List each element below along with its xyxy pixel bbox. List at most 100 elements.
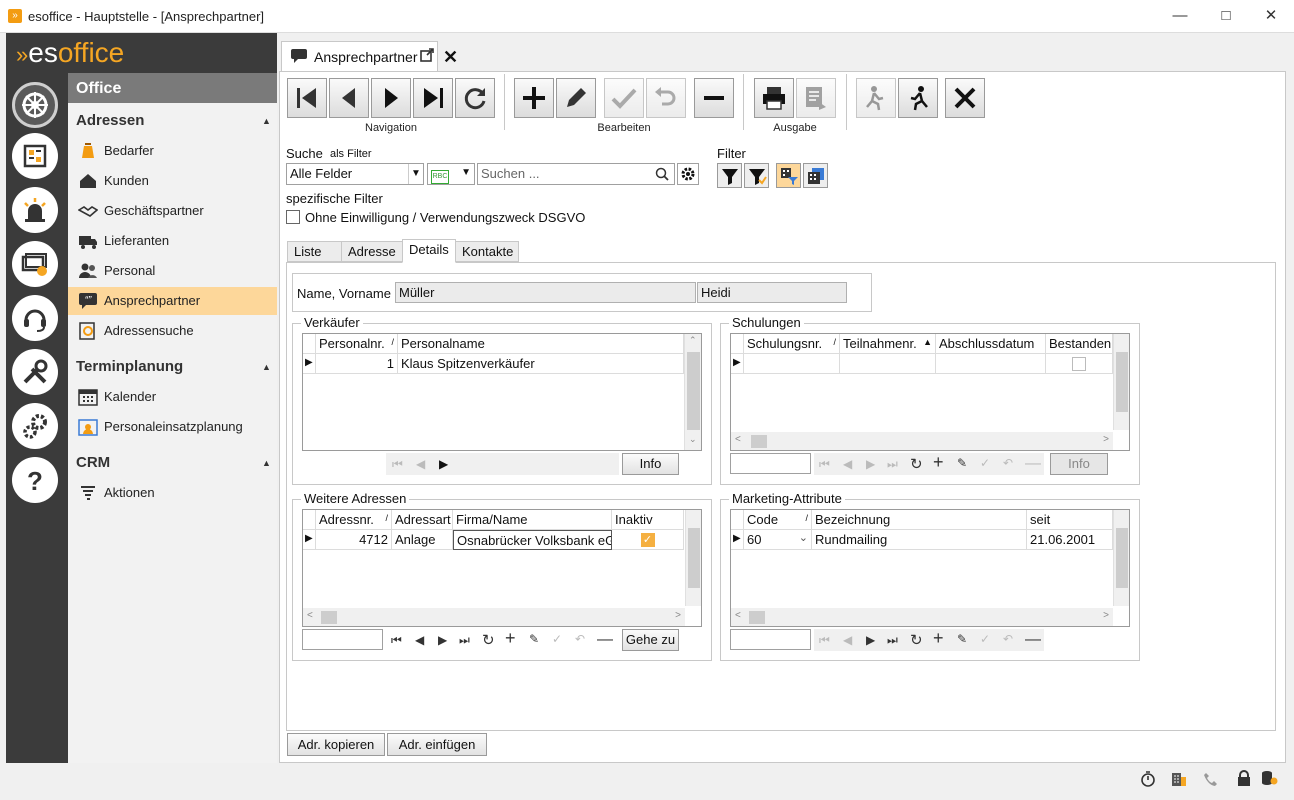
phone-icon[interactable] [1203,771,1219,787]
delete-icon[interactable]: — [597,631,613,649]
delete-record-button[interactable] [694,78,734,118]
nav-group-adressen[interactable]: Adressen [76,112,144,129]
first-icon[interactable]: ⏮ [819,457,830,472]
nav-item-adressensuche[interactable]: Adressensuche [68,317,277,345]
copy-address-button[interactable]: Adr. kopieren [287,733,385,756]
delete-icon[interactable]: — [1025,455,1041,473]
settings-module-icon[interactable] [12,403,58,449]
column-header[interactable]: Inaktiv [612,510,684,530]
undo-icon[interactable]: ↶ [575,632,585,646]
add-icon[interactable]: + [505,628,516,649]
dsgvo-checkbox[interactable] [286,210,300,224]
edit-pencil-icon[interactable]: ✎ [529,632,539,646]
popout-icon[interactable] [420,48,434,62]
close-record-button[interactable] [945,78,985,118]
schulungen-info-button[interactable]: Info [1050,453,1108,475]
run-forward-button[interactable] [898,78,938,118]
alarm-module-icon[interactable] [12,187,58,233]
search-input[interactable]: Suchen ... [477,163,675,185]
stopwatch-icon[interactable] [1140,771,1156,787]
table-cell[interactable] [936,354,1046,374]
column-header[interactable]: Bestanden [1046,334,1113,354]
horizontal-scrollbar[interactable]: < > [303,608,685,626]
column-header[interactable]: seit [1027,510,1113,530]
tab-kontakte[interactable]: Kontakte [455,241,519,262]
table-cell[interactable]: 1 [316,354,398,374]
close-window-button[interactable]: ✕ [1248,4,1294,28]
previous-icon[interactable]: ◀ [843,633,852,647]
check-icon[interactable]: ✓ [980,632,990,646]
add-icon[interactable]: + [933,628,944,649]
vertical-scrollbar[interactable]: ⌃ ⌄ [684,334,701,450]
refresh-button[interactable] [455,78,495,118]
table-cell[interactable]: ✓ [612,530,684,550]
last-name-field[interactable]: Müller [395,282,696,303]
column-header[interactable]: Teilnahmenr. ▲ [840,334,936,354]
marketing-search-input[interactable] [730,629,811,650]
database-icon[interactable] [1260,769,1278,787]
column-header[interactable]: Adressnr. / [316,510,392,530]
column-header[interactable]: Personalname [398,334,684,354]
office-module-icon[interactable] [12,82,58,128]
inaktiv-checked-icon[interactable]: ✓ [640,533,655,547]
refresh-icon[interactable]: ↻ [482,631,495,649]
edit-pencil-icon[interactable]: ✎ [957,632,967,646]
next-icon[interactable]: ▶ [866,633,875,647]
search-field-select[interactable]: Alle Felder [286,163,424,185]
table-cell[interactable] [744,354,840,374]
table-cell[interactable]: Klaus Spitzenverkäufer [398,354,684,374]
collapse-caret-icon[interactable]: ▲ [262,458,271,468]
column-header[interactable]: Abschlussdatum [936,334,1046,354]
add-record-button[interactable] [514,78,554,118]
check-icon[interactable]: ✓ [552,632,562,646]
help-module-icon[interactable]: ? [12,457,58,503]
check-icon[interactable]: ✓ [980,456,990,470]
nav-item-personal[interactable]: Personal [68,257,277,285]
nav-item-lieferanten[interactable]: Lieferanten [68,227,277,255]
nav-item-personaleinsatzplanung[interactable]: Personaleinsatzplanung [68,413,277,441]
edit-record-button[interactable] [556,78,596,118]
verkaeufer-info-button[interactable]: Info [622,453,679,475]
filter-apply-icon[interactable] [744,163,769,188]
column-header[interactable]: Firma/Name [453,510,612,530]
nav-item-kunden[interactable]: Kunden [68,167,277,195]
first-icon[interactable]: ⏮ [819,633,830,648]
tab-liste[interactable]: Liste [287,241,342,262]
tab-details[interactable]: Details [402,239,456,263]
chevron-down-icon[interactable]: ⌄ [799,531,808,544]
last-icon[interactable]: ⏭ [887,457,898,472]
planning-module-icon[interactable] [12,133,58,179]
table-cell[interactable]: Osnabrücker Volksbank eG [453,530,612,550]
search-settings-gear-icon[interactable] [677,163,699,185]
weitere-search-input[interactable] [302,629,383,650]
run-back-button[interactable] [856,78,896,118]
nav-item-geschaeftspartner[interactable]: Geschäftspartner [68,197,277,225]
vertical-scrollbar[interactable] [1113,510,1129,606]
collapse-caret-icon[interactable]: ▲ [262,362,271,372]
nav-item-ansprechpartner[interactable]: “” Ansprechpartner [68,287,277,315]
nav-group-crm[interactable]: CRM [76,454,110,471]
next-icon[interactable]: ▶ [866,457,875,471]
search-mode-select[interactable]: RBC ▼ [427,163,475,185]
close-tab-icon[interactable]: ✕ [443,47,458,68]
last-icon[interactable]: ⏭ [459,633,470,648]
collapse-caret-icon[interactable]: ▲ [262,116,271,126]
horizontal-scrollbar[interactable]: < > [731,608,1113,626]
paste-address-button[interactable]: Adr. einfügen [387,733,487,756]
support-module-icon[interactable] [12,295,58,341]
print-button[interactable] [754,78,794,118]
next-icon[interactable]: ▶ [439,457,448,471]
nav-item-aktionen[interactable]: Aktionen [68,479,277,507]
chevron-down-icon[interactable]: ▼ [408,164,423,184]
first-icon[interactable]: ⏮ [392,457,403,472]
gehe-zu-button[interactable]: Gehe zu [622,629,679,651]
export-button[interactable] [796,78,836,118]
column-header[interactable]: Bezeichnung [812,510,1027,530]
schulungen-search-input[interactable] [730,453,811,474]
filter-grid-icon[interactable] [803,163,828,188]
building-icon[interactable] [1170,769,1188,787]
last-icon[interactable]: ⏭ [887,633,898,648]
last-record-button[interactable] [413,78,453,118]
tools-module-icon[interactable] [12,349,58,395]
tab-adresse[interactable]: Adresse [341,241,403,262]
